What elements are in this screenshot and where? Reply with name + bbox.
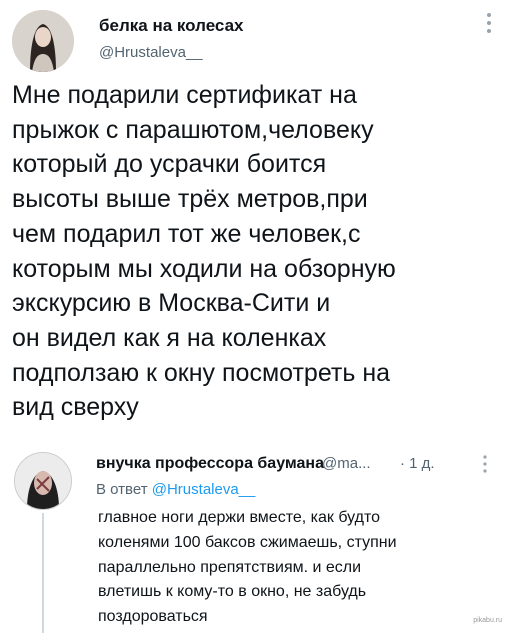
reply-author-name[interactable]: внучка профессора баумана <box>96 455 324 473</box>
reply-to-handle-link[interactable]: @Hrustaleva__ <box>152 481 256 498</box>
tweet-text-line: Мне подарили сертификат на <box>12 81 357 109</box>
reply-author-avatar[interactable] <box>14 452 72 510</box>
tweet-text-line: подползаю к окну посмотреть на <box>12 358 391 387</box>
tweet-text-line: чем подарил тот же человек,с <box>12 219 361 248</box>
more-vertical-icon[interactable] <box>482 455 488 473</box>
author-avatar[interactable] <box>12 10 74 72</box>
reply-text: главное ноги держи вместе, как будто кол… <box>98 506 478 630</box>
tweet-text-line: который до усрачки боится <box>12 150 327 179</box>
reply-author-handle[interactable]: @ma... <box>322 455 371 472</box>
reply-text-line: поздороваться <box>98 608 208 626</box>
tweet-text-line: вид сверху <box>12 393 139 422</box>
tweet-text-line: он видел как я на коленках <box>12 323 327 352</box>
reply-text-line: коленями 100 баксов сжимаешь, ступни <box>98 533 397 551</box>
reply-text-line: влетишь к кому-то в окно, не забудь <box>98 583 367 601</box>
thread-line <box>42 513 44 633</box>
author-name[interactable]: белка на колесах <box>99 16 244 36</box>
reply-text-line: главное ноги держи вместе, как будто <box>98 509 380 526</box>
reply-to-line: В ответ @Hrustaleva__ <box>96 481 255 498</box>
tweet-text-line: высоты выше трёх метров,при <box>12 185 368 214</box>
author-handle[interactable]: @Hrustaleva__ <box>99 44 203 61</box>
watermark: pikabu.ru <box>473 617 502 624</box>
reply-text-line: параллельно препятствиям. и если <box>98 558 362 576</box>
reply-time[interactable]: · 1 д. <box>400 455 435 472</box>
tweet-text: Мне подарили сертификат на прыжок с пара… <box>12 78 502 425</box>
more-vertical-icon[interactable] <box>486 12 492 34</box>
tweet-text-line: прыжок с парашютом,человеку <box>12 115 374 144</box>
tweet-text-line: экскурсию в Москва-Сити и <box>12 289 331 318</box>
reply-to-prefix: В ответ <box>96 481 148 498</box>
tweet-text-line: которым мы ходили на обзорную <box>12 254 396 283</box>
